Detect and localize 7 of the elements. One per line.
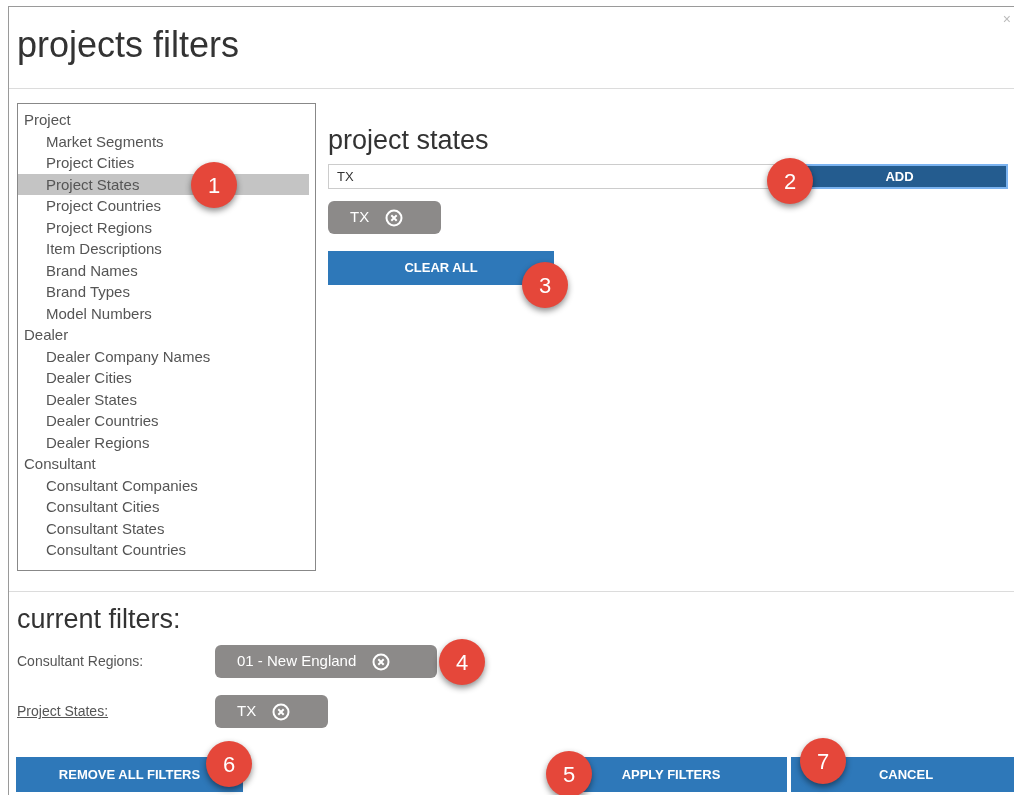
chip-label: TX [350, 207, 370, 228]
filter-label: Consultant Regions: [17, 652, 145, 671]
dialog-title: projects filters [16, 23, 240, 63]
chip-label: TX [237, 701, 257, 722]
chip-label: 01 - New England [237, 651, 357, 672]
section-heading: current filters: [17, 606, 182, 633]
section-heading: project states [328, 127, 490, 154]
